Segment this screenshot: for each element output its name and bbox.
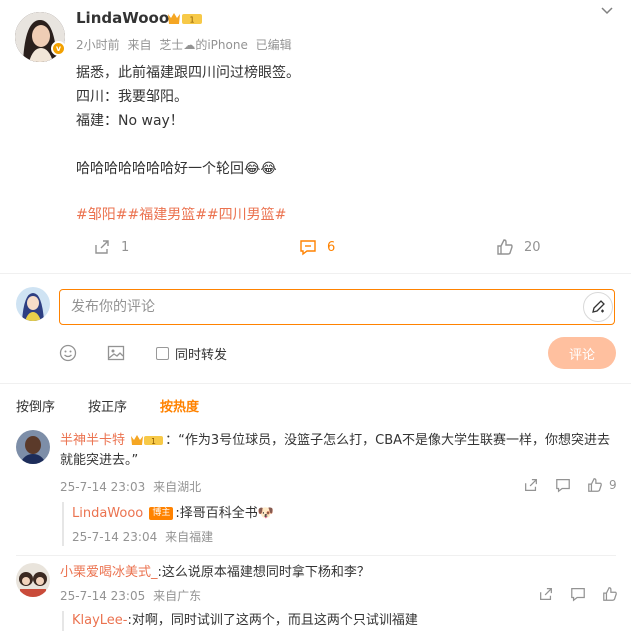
post-source-name: 芝士 bbox=[159, 38, 184, 52]
comment-button[interactable]: 6 bbox=[299, 238, 335, 256]
comment-meta: 25-7-14 23:03 来自湖北 bbox=[60, 478, 201, 495]
dog-emoji-icon: 🐶 bbox=[257, 506, 274, 521]
comment-body: 半神半卡特 1 ：“作为3号位球员，没篮子怎么打，CBA不是像大学生联赛一样，你… bbox=[60, 431, 620, 471]
post-time[interactable]: 2小时前 bbox=[76, 38, 120, 52]
comment-like-button[interactable]: 9 bbox=[587, 477, 617, 493]
sort-oldest[interactable]: 按正序 bbox=[88, 396, 127, 415]
sort-hot[interactable]: 按热度 bbox=[160, 396, 199, 415]
comment-time: 25-7-14 23:03 bbox=[60, 480, 146, 494]
my-avatar-image bbox=[16, 287, 50, 321]
thumbs-up-icon bbox=[588, 478, 602, 492]
svg-text:1: 1 bbox=[151, 437, 156, 446]
post-line: 哈哈哈哈哈哈哈好一个轮回😂😂 bbox=[76, 161, 277, 177]
comment-time: 25-7-14 23:05 bbox=[60, 589, 146, 603]
comment-like-button[interactable] bbox=[602, 586, 618, 606]
post-line bbox=[76, 133, 616, 157]
reply-box: LindaWooo 博主:择哥百科全书🐶 25-7-14 23:04 来自福建 bbox=[62, 502, 622, 546]
post-source-prefix: 来自 bbox=[127, 38, 152, 52]
post-line: 福建：No way！ bbox=[76, 113, 184, 129]
comment-location: 来自广东 bbox=[153, 589, 202, 603]
commenter-name[interactable]: 半神半卡特 bbox=[60, 433, 125, 448]
post-line: 四川：我要邹阳。 bbox=[76, 89, 188, 105]
reply-body: LindaWooo 博主:择哥百科全书🐶 bbox=[72, 504, 274, 524]
reply-author-name[interactable]: LindaWooo bbox=[72, 506, 143, 521]
repost-icon bbox=[95, 240, 109, 254]
cloud-icon: ☁ bbox=[183, 38, 196, 52]
reply-time: 25-7-14 23:04 bbox=[72, 530, 158, 544]
repost-count: 1 bbox=[121, 239, 130, 255]
post-source-suffix: 的iPhone bbox=[195, 38, 248, 52]
comment-repost-icon[interactable] bbox=[523, 477, 539, 497]
checkbox-box[interactable] bbox=[156, 347, 169, 360]
sort-newest[interactable]: 按倒序 bbox=[16, 396, 55, 415]
repost-button[interactable]: 1 bbox=[93, 238, 129, 256]
comment-reply-icon[interactable] bbox=[555, 477, 571, 497]
thumbs-up-icon bbox=[603, 587, 617, 601]
my-avatar[interactable] bbox=[16, 287, 50, 321]
reply-body: KlayLee-:对啊，同时试训了这两个，而且这两个只试训福建 bbox=[72, 611, 418, 631]
comment-repost-icon[interactable] bbox=[538, 586, 554, 606]
post-hashtags[interactable]: #邹阳##福建男篮##四川男篮# bbox=[76, 204, 286, 224]
also-repost-checkbox[interactable]: 同时转发 bbox=[156, 344, 227, 363]
commenter-name[interactable]: 小栗爱喝冰美式_ bbox=[60, 565, 158, 580]
commenter-avatar-image bbox=[16, 563, 50, 597]
level-badge-icon: 1 bbox=[129, 434, 165, 447]
comment-input[interactable] bbox=[60, 290, 560, 324]
comment-text: :这么说原本福建想同时拿下杨和李？ bbox=[157, 565, 370, 580]
comment-meta: 25-7-14 23:05 来自广东 bbox=[60, 587, 201, 604]
post-edited[interactable]: 已编辑 bbox=[256, 38, 292, 52]
owner-tag: 博主 bbox=[149, 507, 174, 520]
emoji-icon[interactable] bbox=[59, 344, 77, 366]
post-meta: 2小时前 来自 芝士☁的iPhone 已编辑 bbox=[76, 36, 292, 53]
divider bbox=[0, 273, 631, 274]
commenter-avatar-image bbox=[16, 430, 50, 464]
thumbs-up-icon bbox=[497, 239, 513, 255]
submit-comment-button[interactable]: 评论 bbox=[548, 337, 616, 369]
reply-text: :对啊，同时试训了这两个，而且这两个只试训福建 bbox=[127, 613, 418, 628]
comment-reply-icon[interactable] bbox=[570, 586, 586, 606]
reply-box: KlayLee-:对啊，同时试训了这两个，而且这两个只试训福建 bbox=[62, 611, 622, 631]
author-name[interactable]: LindaWooo bbox=[76, 9, 169, 27]
reply-location: 来自福建 bbox=[165, 530, 214, 544]
level-badge-icon: 1 bbox=[166, 12, 204, 26]
reply-author-name[interactable]: KlayLee- bbox=[72, 613, 128, 628]
commenter-avatar[interactable] bbox=[16, 563, 50, 597]
svg-text:1: 1 bbox=[189, 16, 194, 25]
verified-badge-icon: v bbox=[51, 41, 66, 56]
comment-body: 小栗爱喝冰美式_:这么说原本福建想同时拿下杨和李？ bbox=[60, 563, 620, 583]
comment-location: 来自湖北 bbox=[153, 480, 202, 494]
also-repost-label: 同时转发 bbox=[175, 348, 228, 363]
image-icon[interactable] bbox=[107, 344, 125, 366]
post-line: 据悉，此前福建跟四川问过榜眼签。 bbox=[76, 65, 300, 81]
pen-icon[interactable] bbox=[583, 292, 613, 322]
post-body: 据悉，此前福建跟四川问过榜眼签。 四川：我要邹阳。 福建：No way！ 哈哈哈… bbox=[76, 61, 616, 181]
reply-text: :择哥百科全书 bbox=[175, 506, 258, 521]
divider bbox=[0, 383, 631, 384]
divider bbox=[16, 555, 616, 556]
like-count: 20 bbox=[524, 239, 541, 255]
comment-count: 6 bbox=[327, 239, 336, 255]
comment-icon bbox=[300, 240, 316, 256]
commenter-avatar[interactable] bbox=[16, 430, 50, 464]
comment-input-box[interactable] bbox=[59, 289, 615, 325]
comment-like-count: 9 bbox=[609, 478, 617, 492]
more-options-chevron-down-icon[interactable] bbox=[600, 2, 614, 21]
like-button[interactable]: 20 bbox=[496, 238, 541, 256]
reply-meta: 25-7-14 23:04 来自福建 bbox=[72, 528, 213, 545]
